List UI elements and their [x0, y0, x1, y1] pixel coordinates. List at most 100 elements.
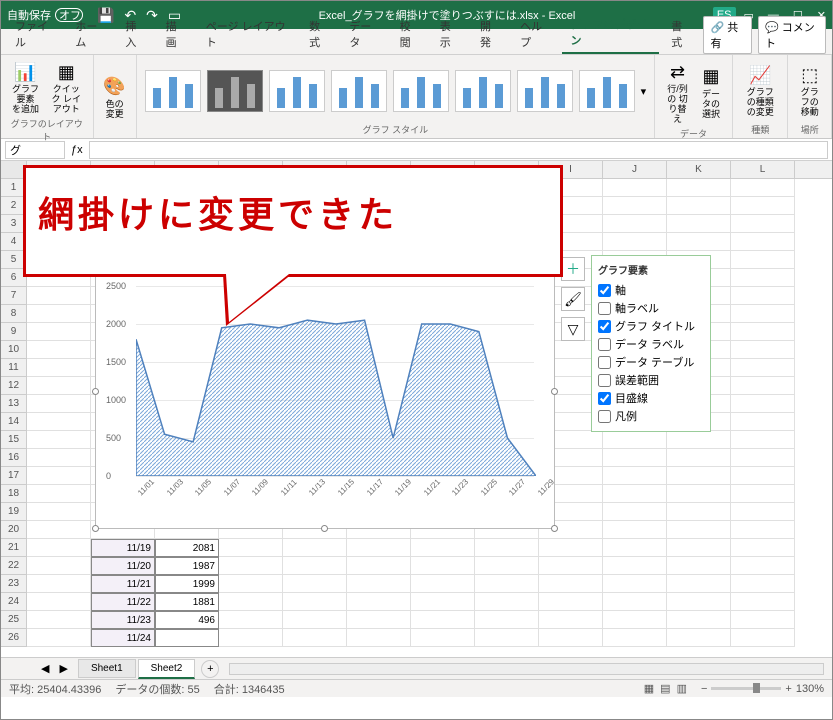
cell[interactable]	[667, 503, 731, 521]
cell[interactable]: 1881	[155, 593, 219, 611]
cell[interactable]: 1987	[155, 557, 219, 575]
cell[interactable]	[475, 575, 539, 593]
cell[interactable]	[731, 287, 795, 305]
cell[interactable]	[411, 593, 475, 611]
sheet-tab-1[interactable]: Sheet1	[78, 659, 136, 678]
row-header[interactable]: 24	[1, 593, 27, 611]
cell[interactable]	[539, 557, 603, 575]
quick-layout-button[interactable]: ▦クイック レイアウト	[48, 59, 85, 117]
cell[interactable]	[731, 521, 795, 539]
cell[interactable]	[27, 539, 91, 557]
change-chart-type-button[interactable]: 📈グラフの種類 の変更	[741, 62, 779, 120]
cell[interactable]	[27, 521, 91, 539]
select-data-button[interactable]: ▦データの 選択	[698, 64, 724, 122]
cell[interactable]	[27, 341, 91, 359]
cell[interactable]	[603, 431, 667, 449]
chart-element-option[interactable]: 誤差範囲	[598, 371, 704, 389]
cell[interactable]	[411, 557, 475, 575]
cell[interactable]: 11/19	[91, 539, 155, 557]
style-6[interactable]	[455, 70, 511, 112]
cell[interactable]	[411, 629, 475, 647]
page-break-view-icon[interactable]: ▥	[677, 682, 687, 695]
row-header[interactable]: 14	[1, 413, 27, 431]
style-8[interactable]	[579, 70, 635, 112]
row-header[interactable]: 18	[1, 485, 27, 503]
cell[interactable]	[219, 593, 283, 611]
styles-more-icon[interactable]: ▾	[641, 85, 647, 98]
chart-element-option[interactable]: 軸ラベル	[598, 299, 704, 317]
chart-element-option[interactable]: グラフ タイトル	[598, 317, 704, 335]
cell[interactable]	[603, 215, 667, 233]
share-button[interactable]: 🔗 共有	[703, 16, 752, 54]
cell[interactable]	[667, 557, 731, 575]
row-header[interactable]: 7	[1, 287, 27, 305]
tab-help[interactable]: ヘルプ	[512, 14, 558, 54]
cell[interactable]	[219, 629, 283, 647]
zoom-control[interactable]: − + 130%	[701, 683, 824, 695]
cell[interactable]	[731, 431, 795, 449]
cell[interactable]	[411, 539, 475, 557]
cell[interactable]	[27, 395, 91, 413]
cell[interactable]	[603, 557, 667, 575]
cell[interactable]: 11/21	[91, 575, 155, 593]
cell[interactable]	[731, 575, 795, 593]
cell[interactable]	[411, 611, 475, 629]
cell[interactable]	[219, 575, 283, 593]
cell[interactable]	[27, 287, 91, 305]
cell[interactable]	[27, 431, 91, 449]
tab-pagelayout[interactable]: ページ レイアウト	[198, 14, 297, 54]
tab-developer[interactable]: 開発	[472, 14, 508, 54]
row-header[interactable]: 8	[1, 305, 27, 323]
cell[interactable]	[731, 305, 795, 323]
cell[interactable]	[475, 557, 539, 575]
cell[interactable]	[539, 575, 603, 593]
cell[interactable]	[539, 629, 603, 647]
cell[interactable]	[667, 215, 731, 233]
cell[interactable]	[731, 629, 795, 647]
cell[interactable]	[603, 197, 667, 215]
tab-home[interactable]: ホーム	[67, 14, 113, 54]
cell[interactable]	[27, 575, 91, 593]
cell[interactable]	[27, 593, 91, 611]
cell[interactable]	[27, 611, 91, 629]
cell[interactable]	[731, 179, 795, 197]
row-header[interactable]: 11	[1, 359, 27, 377]
name-box[interactable]	[5, 141, 65, 159]
cell[interactable]	[731, 485, 795, 503]
cell[interactable]	[667, 539, 731, 557]
cell[interactable]	[155, 629, 219, 647]
worksheet-grid[interactable]: ABCDEFGHIJKL 123456789101112131415161718…	[1, 161, 832, 697]
sheet-tab-2[interactable]: Sheet2	[138, 659, 196, 679]
row-header[interactable]: 26	[1, 629, 27, 647]
cell[interactable]	[475, 611, 539, 629]
tab-view[interactable]: 表示	[432, 14, 468, 54]
cell[interactable]	[731, 251, 795, 269]
cell[interactable]	[27, 557, 91, 575]
move-chart-button[interactable]: ⬚グラフの 移動	[796, 62, 823, 120]
sheet-nav-next-icon[interactable]: ▶	[59, 662, 67, 675]
cell[interactable]	[475, 539, 539, 557]
cell[interactable]	[539, 539, 603, 557]
row-header[interactable]: 23	[1, 575, 27, 593]
cell[interactable]	[731, 269, 795, 287]
cell[interactable]	[731, 341, 795, 359]
cell[interactable]	[347, 593, 411, 611]
chart-styles-gallery[interactable]: ▾	[145, 59, 647, 123]
cell[interactable]	[731, 359, 795, 377]
row-header[interactable]: 21	[1, 539, 27, 557]
style-3[interactable]	[269, 70, 325, 112]
chart-element-option[interactable]: 軸	[598, 281, 704, 299]
row-header[interactable]: 17	[1, 467, 27, 485]
cell[interactable]	[347, 575, 411, 593]
col-header[interactable]: K	[667, 161, 731, 178]
row-header[interactable]: 13	[1, 395, 27, 413]
tab-insert[interactable]: 挿入	[117, 14, 153, 54]
tab-file[interactable]: ファイル	[7, 14, 63, 54]
cell[interactable]	[27, 485, 91, 503]
cell[interactable]	[603, 593, 667, 611]
cell[interactable]	[27, 377, 91, 395]
cell[interactable]	[731, 215, 795, 233]
tab-chartdesign[interactable]: グラフのデザイン	[562, 12, 659, 54]
cell[interactable]	[475, 593, 539, 611]
fx-icon[interactable]: ƒx	[71, 144, 83, 156]
